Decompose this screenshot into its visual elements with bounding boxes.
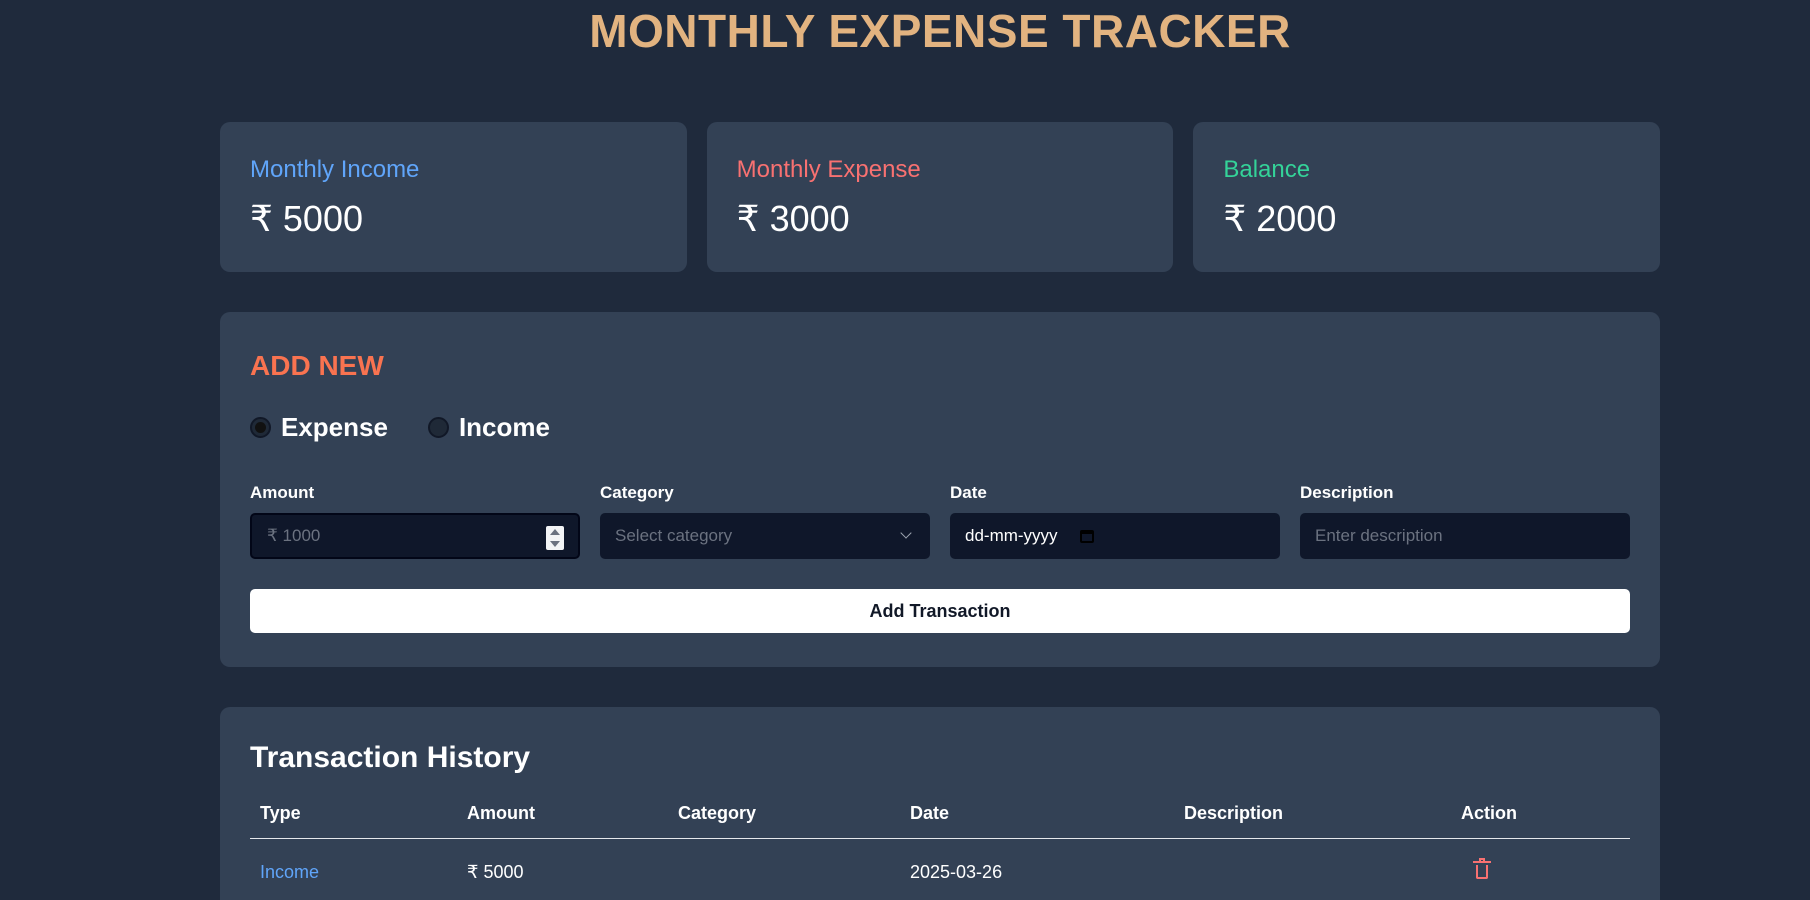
table-row: Income ₹ 5000 2025-03-26 bbox=[250, 839, 1630, 885]
row-description bbox=[1174, 839, 1451, 885]
income-card: Monthly Income ₹ 5000 bbox=[220, 122, 687, 272]
column-header-action: Action bbox=[1451, 803, 1630, 839]
row-amount: ₹ 5000 bbox=[467, 862, 524, 882]
expense-value: ₹ 3000 bbox=[736, 198, 850, 239]
description-input[interactable] bbox=[1315, 526, 1615, 546]
chevron-down-icon bbox=[900, 527, 912, 539]
expense-label: Monthly Expense bbox=[736, 156, 921, 183]
row-type: Income bbox=[260, 862, 320, 882]
description-label: Description bbox=[1300, 483, 1394, 502]
description-field: Description bbox=[1300, 483, 1630, 559]
amount-label: Amount bbox=[250, 483, 315, 502]
expense-radio[interactable] bbox=[250, 417, 271, 438]
income-radio[interactable] bbox=[427, 417, 449, 438]
category-label: Category bbox=[600, 483, 674, 502]
column-header-amount: Amount bbox=[457, 803, 668, 839]
category-select-value: Select category bbox=[615, 526, 733, 545]
add-transaction-button[interactable]: Add Transaction bbox=[250, 589, 1630, 633]
amount-field: Amount bbox=[250, 483, 580, 559]
income-radio-label[interactable]: Income bbox=[459, 412, 550, 443]
date-field: Date dd-mm-yyyy bbox=[950, 483, 1280, 559]
category-field: Category Select category bbox=[600, 483, 930, 559]
table-header-row: Type Amount Category Date Description Ac… bbox=[250, 803, 1630, 839]
row-action bbox=[1451, 839, 1630, 885]
row-category bbox=[668, 839, 900, 885]
date-label: Date bbox=[950, 483, 987, 502]
add-new-title: ADD NEW bbox=[250, 350, 384, 381]
spinner-up-icon[interactable] bbox=[550, 529, 560, 535]
add-transaction-panel: ADD NEW Expense Income Amount Category bbox=[220, 312, 1660, 667]
description-input-box[interactable] bbox=[1300, 513, 1630, 559]
balance-value: ₹ 2000 bbox=[1223, 198, 1337, 239]
column-header-description: Description bbox=[1174, 803, 1451, 839]
amount-input[interactable] bbox=[267, 526, 563, 546]
date-input-value: dd-mm-yyyy bbox=[965, 526, 1058, 545]
column-header-date: Date bbox=[900, 803, 1174, 839]
column-header-category: Category bbox=[668, 803, 900, 839]
amount-input-box[interactable] bbox=[250, 513, 580, 559]
income-label: Monthly Income bbox=[250, 156, 420, 183]
transaction-type-group: Expense Income bbox=[250, 412, 1630, 443]
history-title: Transaction History bbox=[250, 741, 531, 774]
balance-label: Balance bbox=[1223, 156, 1311, 183]
amount-spinner[interactable] bbox=[546, 526, 564, 550]
column-header-type: Type bbox=[250, 803, 457, 839]
transaction-history-panel: Transaction History Type Amount Category… bbox=[220, 707, 1660, 900]
date-input[interactable]: dd-mm-yyyy bbox=[950, 513, 1280, 559]
category-select[interactable]: Select category bbox=[600, 513, 930, 559]
form-fields: Amount Category Select category Date dd-… bbox=[250, 483, 1630, 559]
page-title: MONTHLY EXPENSE TRACKER bbox=[589, 5, 1291, 57]
spinner-down-icon[interactable] bbox=[550, 541, 560, 547]
expense-radio-label[interactable]: Expense bbox=[281, 412, 388, 443]
expense-radio-option[interactable]: Expense bbox=[250, 412, 388, 443]
income-radio-option[interactable]: Income bbox=[427, 412, 550, 443]
balance-card: Balance ₹ 2000 bbox=[1193, 122, 1661, 272]
expense-card: Monthly Expense ₹ 3000 bbox=[706, 122, 1174, 272]
calendar-icon[interactable] bbox=[1079, 529, 1094, 543]
transaction-table: Type Amount Category Date Description Ac… bbox=[250, 803, 1630, 884]
trash-icon[interactable] bbox=[1473, 858, 1491, 879]
summary-cards: Monthly Income ₹ 5000 Monthly Expense ₹ … bbox=[220, 122, 1661, 272]
row-date: 2025-03-26 bbox=[910, 862, 1003, 882]
income-value: ₹ 5000 bbox=[250, 198, 363, 239]
